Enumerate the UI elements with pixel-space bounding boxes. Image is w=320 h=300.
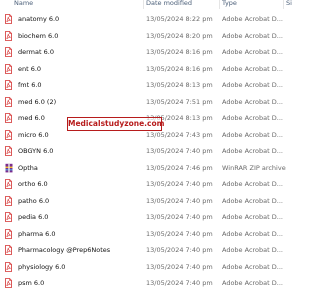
file-date-modified: 13/05/2024 7:51 pm: [146, 97, 213, 106]
file-date-modified: 13/05/2024 7:40 pm: [146, 262, 213, 271]
file-type: Adobe Acrobat D...: [222, 229, 283, 238]
column-divider[interactable]: [219, 0, 220, 9]
file-date-modified: 13/05/2024 7:43 pm: [146, 130, 213, 139]
column-header-type[interactable]: Type: [222, 0, 284, 9]
pdf-icon: [5, 245, 12, 255]
file-date-modified: 13/05/2024 7:40 pm: [146, 196, 213, 205]
file-date-modified: 13/05/2024 7:40 pm: [146, 147, 213, 155]
file-row[interactable]: Pharmacology @Prep6Notes 13/05/2024 7:40 …: [0, 242, 292, 259]
watermark: Medicalstudyzone.com: [67, 117, 164, 131]
pdf-icon: [5, 129, 12, 140]
file-name[interactable]: fmt 6.0: [18, 81, 143, 89]
pdf-icon: [5, 63, 12, 74]
file-date-modified: 13/05/2024 8:13 pm: [146, 81, 213, 89]
pdf-icon: [5, 278, 12, 288]
file-type: Adobe Acrobat D...: [222, 279, 283, 287]
file-row[interactable]: psm 6.0 13/05/2024 7:40 pm Adobe Acrobat D…: [0, 275, 292, 292]
file-row[interactable]: patho 6.0 13/05/2024 7:40 pm Adobe Acrobat…: [0, 193, 292, 210]
file-name[interactable]: Optha: [18, 164, 143, 172]
file-date-modified: 13/05/2024 8:16 pm: [146, 64, 213, 73]
column-divider[interactable]: [143, 0, 144, 9]
column-header-date-modified[interactable]: Date modified: [146, 0, 216, 9]
file-row[interactable]: ortho 6.0 13/05/2024 7:40 pm Adobe Acrobat…: [0, 176, 292, 193]
pdf-icon: [5, 30, 12, 41]
pdf-icon: [5, 228, 12, 239]
file-name[interactable]: biochem 6.0: [18, 32, 143, 40]
file-type: Adobe Acrobat D...: [222, 130, 283, 139]
file-row[interactable]: pedia 6.0 13/05/2024 7:40 pm Adobe Acrobat…: [0, 209, 292, 226]
file-row[interactable]: pharma 6.0 13/05/2024 7:40 pm Adobe Acroba…: [0, 226, 292, 243]
file-date-modified: 13/05/2024 8:20 pm: [146, 31, 213, 40]
pdf-icon: [5, 47, 12, 57]
file-name[interactable]: ent 6.0: [18, 65, 143, 73]
file-name[interactable]: psm 6.0: [18, 279, 143, 287]
file-row[interactable]: Optha 13/05/2024 7:46 pm WinRAR ZIP archiv…: [0, 160, 292, 177]
pdf-icon: [5, 195, 12, 206]
file-date-modified: 13/05/2024 7:40 pm: [146, 246, 213, 254]
file-name[interactable]: anatomy 6.0: [18, 15, 143, 23]
file-type: Adobe Acrobat D...: [222, 15, 283, 23]
file-name[interactable]: ortho 6.0: [18, 180, 143, 188]
file-date-modified: 13/05/2024 7:40 pm: [146, 180, 213, 188]
file-date-modified: 13/05/2024 8:16 pm: [146, 48, 213, 56]
file-name[interactable]: dermat 6.0: [18, 48, 143, 56]
file-type: Adobe Acrobat D...: [222, 246, 283, 254]
file-name[interactable]: pharma 6.0: [18, 230, 143, 238]
pdf-icon: [5, 212, 12, 222]
pdf-icon: [5, 179, 12, 189]
file-type: Adobe Acrobat D...: [222, 48, 283, 56]
file-type: WinRAR ZIP archive: [222, 163, 286, 172]
file-type: Adobe Acrobat D...: [222, 97, 283, 106]
pdf-icon: [5, 113, 12, 123]
file-type: Adobe Acrobat D...: [222, 196, 283, 205]
file-date-modified: 13/05/2024 8:22 pm: [146, 15, 213, 23]
file-type: Adobe Acrobat D...: [222, 64, 283, 73]
file-row[interactable]: ent 6.0 13/05/2024 8:16 pm Adobe Acrobat D…: [0, 61, 292, 78]
pdf-icon: [5, 14, 12, 24]
file-row[interactable]: OBGYN 6.0 13/05/2024 7:40 pm Adobe Acrobat…: [0, 143, 292, 160]
file-row[interactable]: physiology 6.0 13/05/2024 7:40 pm Adobe Ac…: [0, 259, 292, 276]
file-list: anatomy 6.0 13/05/2024 8:22 pm Adobe Acrob…: [0, 11, 292, 292]
file-row[interactable]: anatomy 6.0 13/05/2024 8:22 pm Adobe Acrob…: [0, 11, 292, 28]
pdf-icon: [5, 96, 12, 107]
column-header-bar: Name Date modified Type Si: [0, 0, 292, 9]
file-name[interactable]: pedia 6.0: [18, 213, 143, 221]
file-date-modified: 13/05/2024 7:40 pm: [146, 213, 213, 221]
column-divider[interactable]: [283, 0, 284, 9]
file-name[interactable]: patho 6.0: [18, 197, 143, 205]
file-type: Adobe Acrobat D...: [222, 213, 283, 221]
file-name[interactable]: OBGYN 6.0: [18, 147, 143, 155]
file-row[interactable]: med 6.0 (2) 13/05/2024 7:51 pm Adobe Acrob…: [0, 94, 292, 111]
file-date-modified: 13/05/2024 7:40 pm: [146, 229, 213, 238]
pdf-icon: [5, 261, 12, 272]
file-type: Adobe Acrobat D...: [222, 180, 283, 188]
pdf-icon: [5, 146, 12, 156]
file-date-modified: 13/05/2024 7:46 pm: [146, 163, 213, 172]
file-row[interactable]: fmt 6.0 13/05/2024 8:13 pm Adobe Acrobat D…: [0, 77, 292, 94]
pdf-icon: [5, 80, 12, 90]
file-type: Adobe Acrobat D...: [222, 114, 283, 122]
file-row[interactable]: biochem 6.0 13/05/2024 8:20 pm Adobe Acrob…: [0, 28, 292, 45]
file-type: Adobe Acrobat D...: [222, 147, 283, 155]
column-header-name[interactable]: Name: [14, 0, 130, 9]
file-type: Adobe Acrobat D...: [222, 81, 283, 89]
file-type: Adobe Acrobat D...: [222, 31, 283, 40]
file-name[interactable]: Pharmacology @Prep6Notes: [18, 246, 143, 254]
file-name[interactable]: micro 6.0: [18, 131, 143, 139]
file-type: Adobe Acrobat D...: [222, 262, 283, 271]
zip-archive-icon: [5, 163, 13, 173]
file-row[interactable]: dermat 6.0 13/05/2024 8:16 pm Adobe Acroba…: [0, 44, 292, 61]
file-date-modified: 13/05/2024 7:40 pm: [146, 279, 213, 287]
file-name[interactable]: med 6.0 (2): [18, 98, 143, 106]
file-name[interactable]: physiology 6.0: [18, 263, 143, 271]
column-header-size[interactable]: Si: [286, 0, 294, 9]
